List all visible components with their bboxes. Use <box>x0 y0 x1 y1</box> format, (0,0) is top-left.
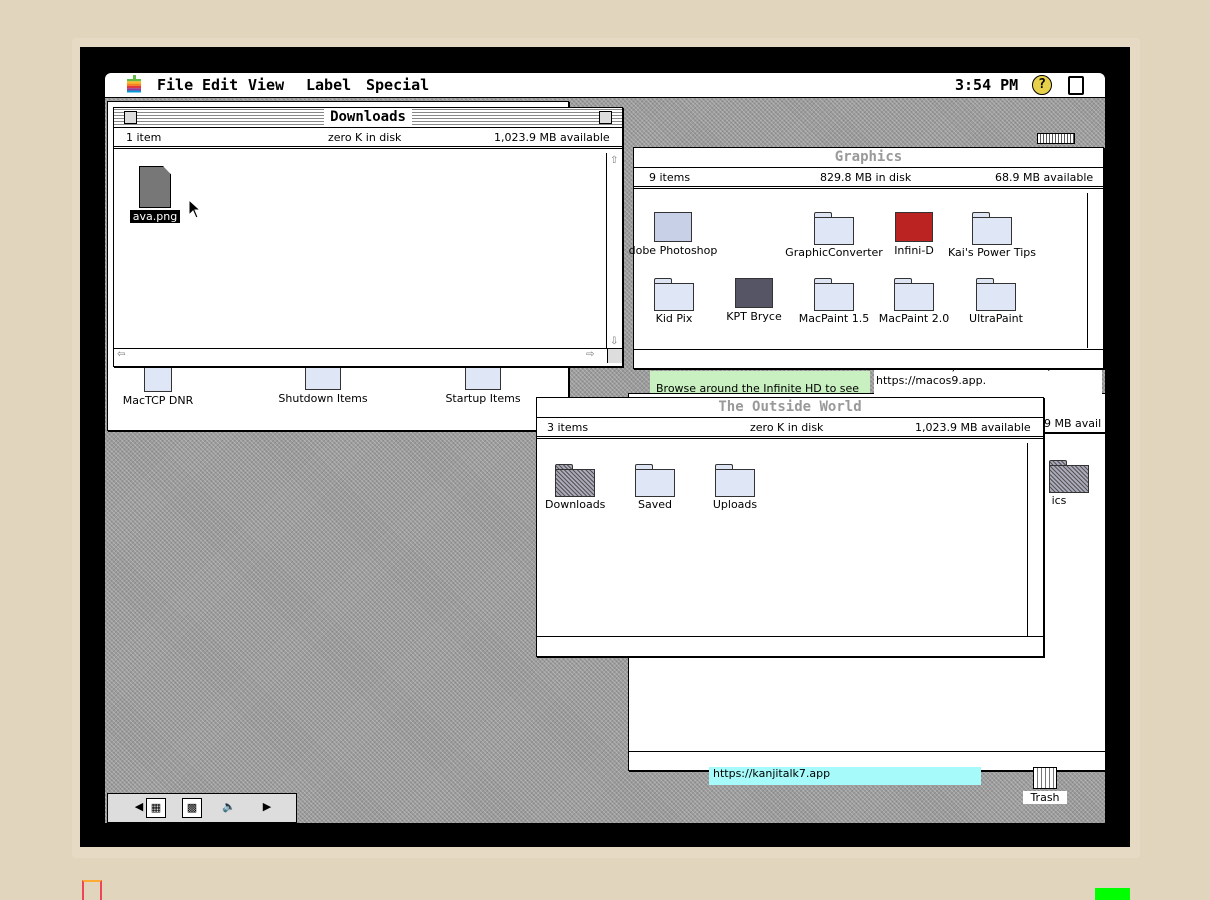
mouse-pointer-icon <box>188 199 202 219</box>
monitor-resolution-icon[interactable]: ▩ <box>182 798 202 818</box>
scroll-up-arrow-icon[interactable]: ⇧ <box>610 155 618 166</box>
macpaint-20-label: MacPaint 2.0 <box>878 312 950 325</box>
cyan-note[interactable]: https://kanjitalk7.app <box>709 767 981 785</box>
resize-box-icon[interactable] <box>607 349 622 363</box>
macpaint-15-label: MacPaint 1.5 <box>798 312 870 325</box>
outside-world-vscroll[interactable] <box>1027 443 1043 636</box>
document-icon <box>139 166 171 208</box>
graphics-disk-usage: 829.8 MB in disk <box>820 171 912 184</box>
outside-world-info-bar: 3 items zero K in disk 1,023.9 MB availa… <box>537 418 1043 439</box>
menu-edit[interactable]: Edit <box>202 76 238 94</box>
outside-world-disk-usage: zero K in disk <box>750 421 824 434</box>
trash-label: Trash <box>1023 791 1067 804</box>
outside-world-available: 1,023.9 MB available <box>915 421 1031 434</box>
downloads-info-bar: 1 item zero K in disk 1,023.9 MB availab… <box>114 128 622 149</box>
kpt-bryce-label: KPT Bryce <box>726 310 782 323</box>
graphics-info-bar: 9 items 829.8 MB in disk 68.9 MB availab… <box>634 168 1103 189</box>
apple-menu-icon[interactable] <box>125 75 143 93</box>
ultrapaint-label: UltraPaint <box>969 312 1023 325</box>
info-text-line-2: https://macos9.app. <box>876 374 987 387</box>
downloads-folder-icon[interactable]: Downloads <box>545 464 605 511</box>
graphics-titlebar[interactable]: Graphics <box>634 148 1103 168</box>
menu-file[interactable]: File <box>157 76 193 94</box>
macpaint-20-icon[interactable]: MacPaint 2.0 <box>874 278 954 325</box>
shutdown-items-icon[interactable]: Shutdown Items <box>273 366 373 405</box>
downloads-titlebar[interactable]: Downloads <box>114 108 622 128</box>
mactcp-dnr-label: MacTCP DNR <box>122 394 194 407</box>
control-strip[interactable]: ◀ ▦ ▩ 🔈 ▶ <box>107 793 297 823</box>
outside-world-item-count: 3 items <box>547 421 589 434</box>
startup-items-label: Startup Items <box>445 392 521 405</box>
kid-pix-icon[interactable]: Kid Pix <box>644 278 704 325</box>
scroll-right-arrow-icon[interactable]: ⇨ <box>586 349 594 360</box>
startup-items-icon[interactable]: Startup Items <box>433 366 533 405</box>
downloads-folder-label: Downloads <box>545 498 606 511</box>
downloads-hscroll[interactable]: ⇦ ⇨ <box>114 348 622 364</box>
ultrapaint-icon[interactable]: UltraPaint <box>956 278 1036 325</box>
outside-world-hscroll[interactable] <box>537 636 1043 652</box>
downloads-vscroll[interactable]: ⇧ ⇩ <box>606 153 622 349</box>
graphicconverter-icon[interactable]: GraphicConverter <box>779 212 889 259</box>
green-note-text: Browse around the Infinite HD to see <box>656 382 860 393</box>
graphics-hscroll[interactable] <box>634 349 1103 365</box>
kid-pix-label: Kid Pix <box>655 312 693 325</box>
status-indicator-left <box>82 880 102 900</box>
infini-d-label: Infini-D <box>894 244 934 257</box>
monitor-bit-depth-icon[interactable]: ▦ <box>146 798 166 818</box>
photoshop-icon[interactable]: dobe Photoshop <box>628 212 718 257</box>
graphics-vscroll[interactable] <box>1087 193 1103 348</box>
help-menu-icon[interactable]: ? <box>1032 75 1052 95</box>
trash-icon[interactable]: Trash <box>1023 767 1067 804</box>
menu-label[interactable]: Label <box>306 76 351 94</box>
background-window-icon[interactable]: ics <box>1039 460 1089 507</box>
outside-world-title: The Outside World <box>712 399 868 415</box>
downloads-zoom-box[interactable] <box>599 111 612 124</box>
graphicconverter-label: GraphicConverter <box>785 246 883 259</box>
background-window-avail: 9 MB avail <box>1044 417 1102 430</box>
control-strip-end-icon[interactable]: ▶ <box>258 798 276 816</box>
photoshop-label: dobe Photoshop <box>628 244 718 257</box>
kais-power-tips-icon[interactable]: Kai's Power Tips <box>942 212 1042 259</box>
trash-can-icon <box>1033 767 1057 789</box>
uploads-folder-icon[interactable]: Uploads <box>705 464 765 511</box>
saved-folder-label: Saved <box>638 498 672 511</box>
desktop[interactable]: File Edit View Label Special 3:54 PM ? M… <box>105 73 1105 823</box>
graphics-available: 68.9 MB available <box>995 171 1094 184</box>
scroll-left-arrow-icon[interactable]: ⇦ <box>117 349 125 360</box>
saved-folder-icon[interactable]: Saved <box>625 464 685 511</box>
downloads-item-count: 1 item <box>126 131 162 144</box>
menu-view[interactable]: View <box>248 76 284 94</box>
application-menu-icon[interactable] <box>1068 76 1084 95</box>
ava-png-label: ava.png <box>130 210 180 223</box>
downloads-disk-usage: zero K in disk <box>328 131 402 144</box>
background-window-icon-label: ics <box>1051 494 1067 507</box>
status-indicator-right <box>1095 888 1130 900</box>
graphics-window[interactable]: Graphics 9 items 829.8 MB in disk 68.9 M… <box>629 147 1104 369</box>
background-window-hscroll[interactable] <box>629 751 1105 767</box>
downloads-available: 1,023.9 MB available <box>494 131 610 144</box>
downloads-title: Downloads <box>324 109 412 125</box>
infini-d-icon[interactable]: Infini-D <box>887 212 941 257</box>
graphics-title: Graphics <box>828 149 909 165</box>
uploads-folder-label: Uploads <box>712 498 758 511</box>
menu-special[interactable]: Special <box>366 76 429 94</box>
menu-clock[interactable]: 3:54 PM <box>955 76 1018 94</box>
outside-world-window[interactable]: The Outside World 3 items zero K in disk… <box>536 397 1044 657</box>
kais-power-tips-label: Kai's Power Tips <box>948 246 1036 259</box>
kpt-bryce-icon[interactable]: KPT Bryce <box>719 278 789 323</box>
shutdown-items-label: Shutdown Items <box>278 392 368 405</box>
menu-bar: File Edit View Label Special 3:54 PM ? <box>105 73 1105 98</box>
green-note[interactable]: Browse around the Infinite HD to see <box>650 371 870 393</box>
mactcp-dnr-icon[interactable]: MacTCP DNR <box>118 364 198 407</box>
ava-png-file-icon[interactable]: ava.png <box>130 166 180 223</box>
macpaint-15-icon[interactable]: MacPaint 1.5 <box>794 278 874 325</box>
outside-world-titlebar[interactable]: The Outside World <box>537 398 1043 418</box>
graphics-item-count: 9 items <box>649 171 691 184</box>
sound-volume-icon[interactable]: 🔈 <box>220 798 238 816</box>
cyan-note-text: https://kanjitalk7.app <box>713 767 831 780</box>
downloads-window[interactable]: Downloads 1 item zero K in disk 1,023.9 … <box>113 107 623 367</box>
drive-icon[interactable] <box>1037 133 1075 144</box>
scroll-down-arrow-icon[interactable]: ⇩ <box>610 336 618 347</box>
